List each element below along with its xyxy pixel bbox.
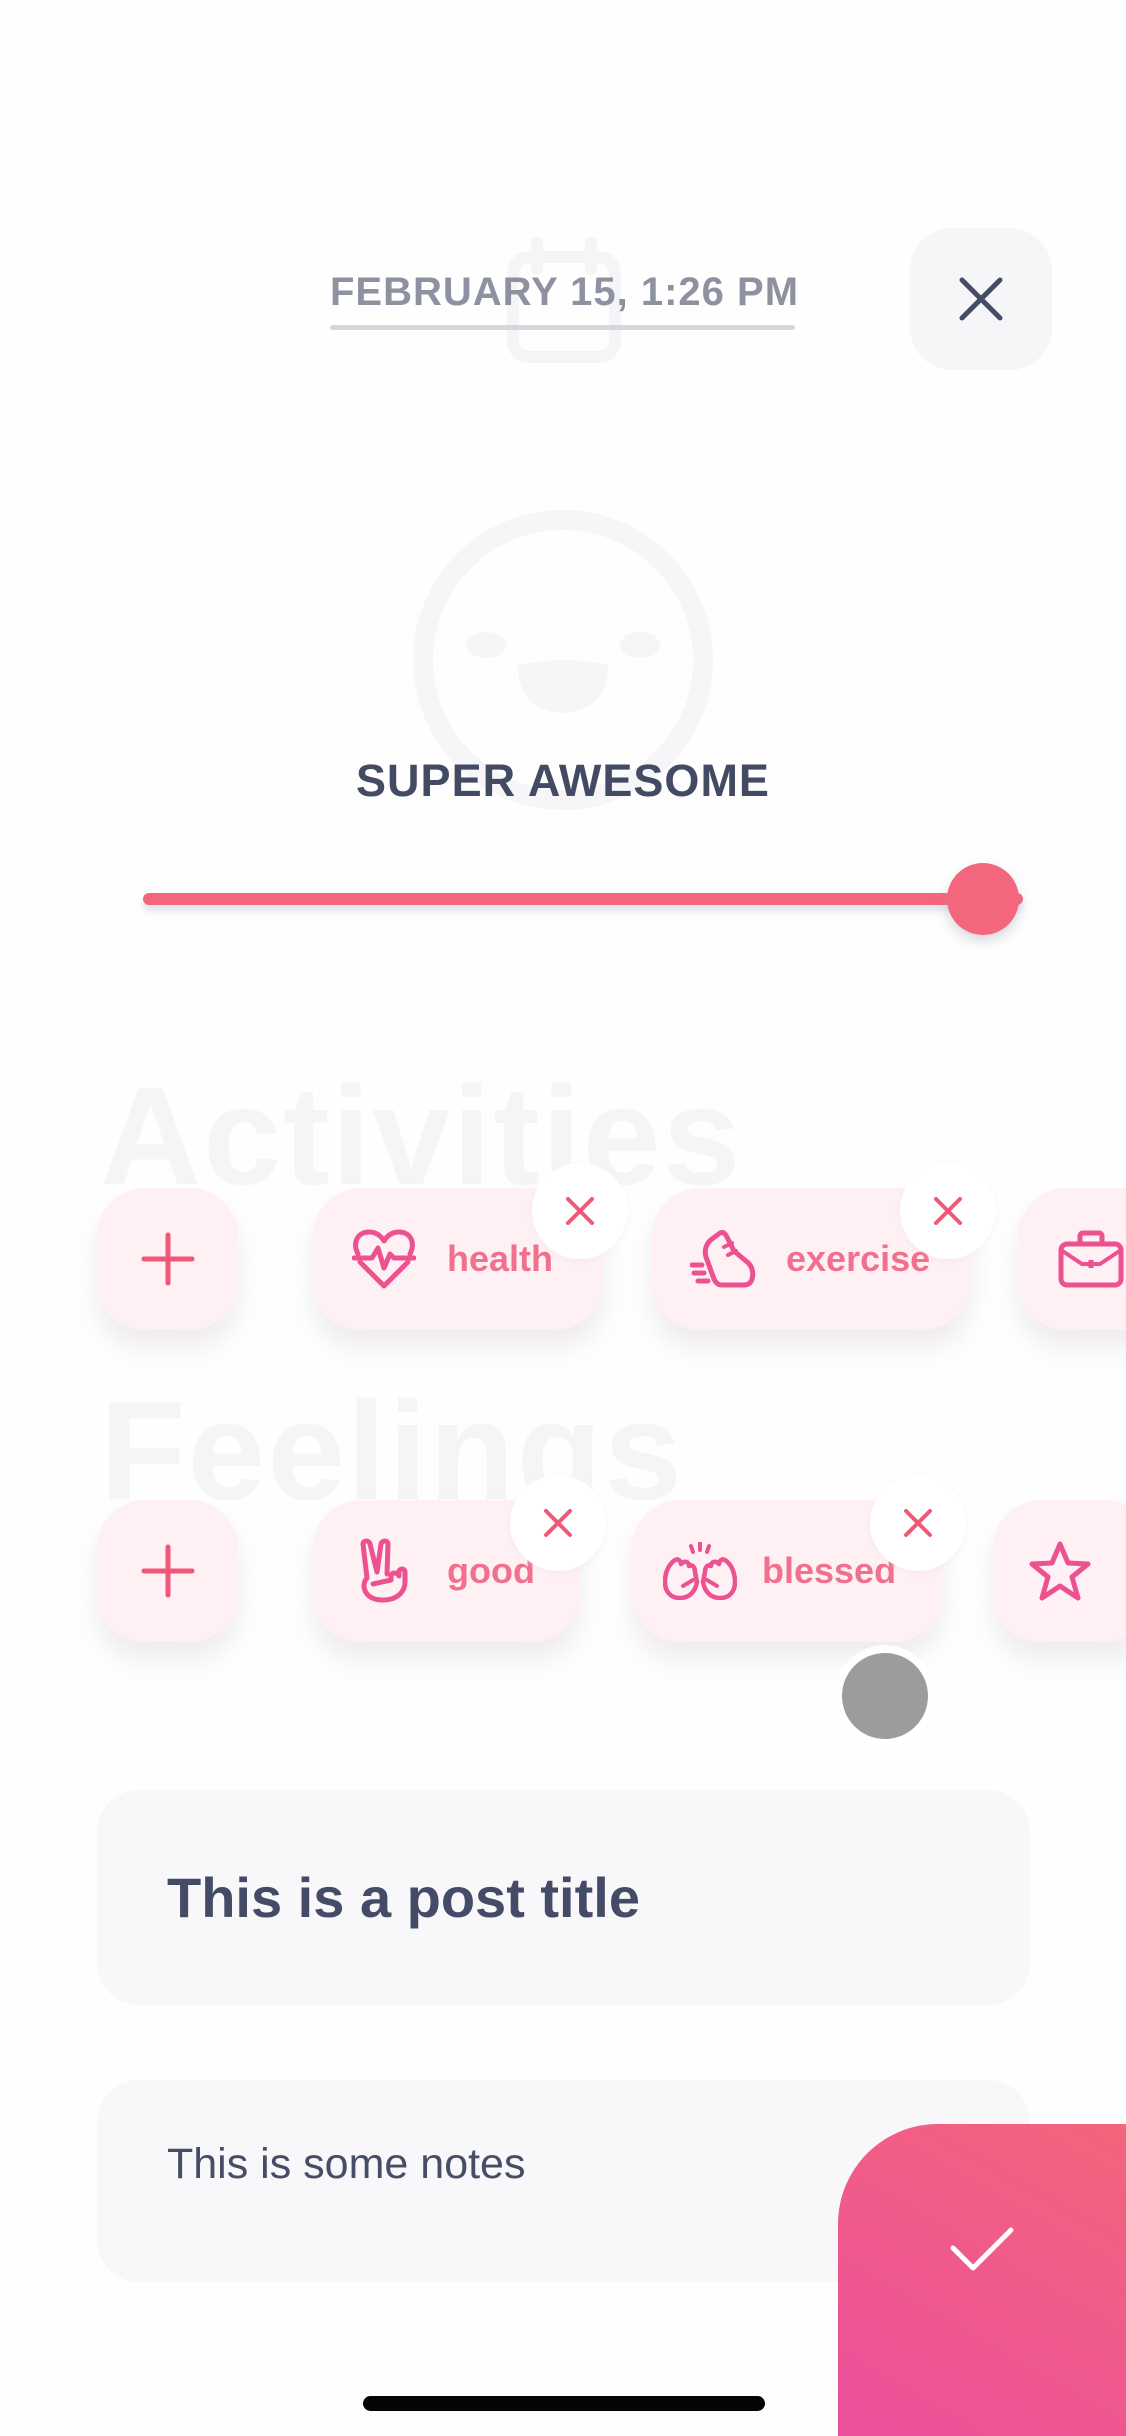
slider-track[interactable] [143, 893, 1023, 905]
raised-hands-icon [662, 1538, 738, 1604]
slider-knob[interactable] [947, 863, 1019, 935]
close-icon [566, 1197, 594, 1225]
chip-label: health [447, 1238, 554, 1279]
plus-icon [141, 1232, 194, 1286]
chip-label: good [447, 1550, 535, 1591]
check-icon [950, 2227, 1014, 2271]
remove-exercise-button[interactable] [900, 1163, 996, 1259]
post-notes-value: This is some notes [167, 2140, 526, 2188]
touch-indicator [842, 1653, 928, 1739]
add-feeling-button[interactable] [97, 1500, 238, 1642]
date-underline [330, 325, 795, 330]
remove-good-button[interactable] [510, 1475, 606, 1571]
chip-label: blessed [762, 1550, 897, 1591]
peace-hand-icon [351, 1538, 417, 1604]
home-indicator[interactable] [363, 2396, 765, 2411]
add-activity-button[interactable] [97, 1188, 238, 1330]
star-icon [1027, 1538, 1093, 1604]
date-time-label[interactable]: FEBRUARY 15, 1:26 PM [330, 270, 798, 315]
close-icon [904, 1509, 932, 1537]
plus-icon [141, 1544, 194, 1598]
mood-label: SUPER AWESOME [356, 755, 770, 806]
close-icon [959, 277, 1003, 321]
feeling-chip-star[interactable] [993, 1500, 1126, 1642]
remove-health-button[interactable] [532, 1163, 628, 1259]
post-title-input[interactable]: This is a post title [97, 1790, 1030, 2005]
heart-pulse-icon [351, 1226, 417, 1292]
remove-blessed-button[interactable] [870, 1475, 966, 1571]
running-shoe-icon [690, 1226, 756, 1292]
mood-slider[interactable] [143, 862, 1023, 938]
close-icon [934, 1197, 962, 1225]
close-button[interactable] [910, 228, 1052, 370]
briefcase-icon [1058, 1226, 1124, 1292]
post-title-value: This is a post title [167, 1866, 640, 1929]
save-button[interactable] [838, 2124, 1126, 2436]
chip-label: exercise [786, 1238, 931, 1279]
activity-chip-work[interactable] [1018, 1188, 1126, 1330]
close-icon [544, 1509, 572, 1537]
